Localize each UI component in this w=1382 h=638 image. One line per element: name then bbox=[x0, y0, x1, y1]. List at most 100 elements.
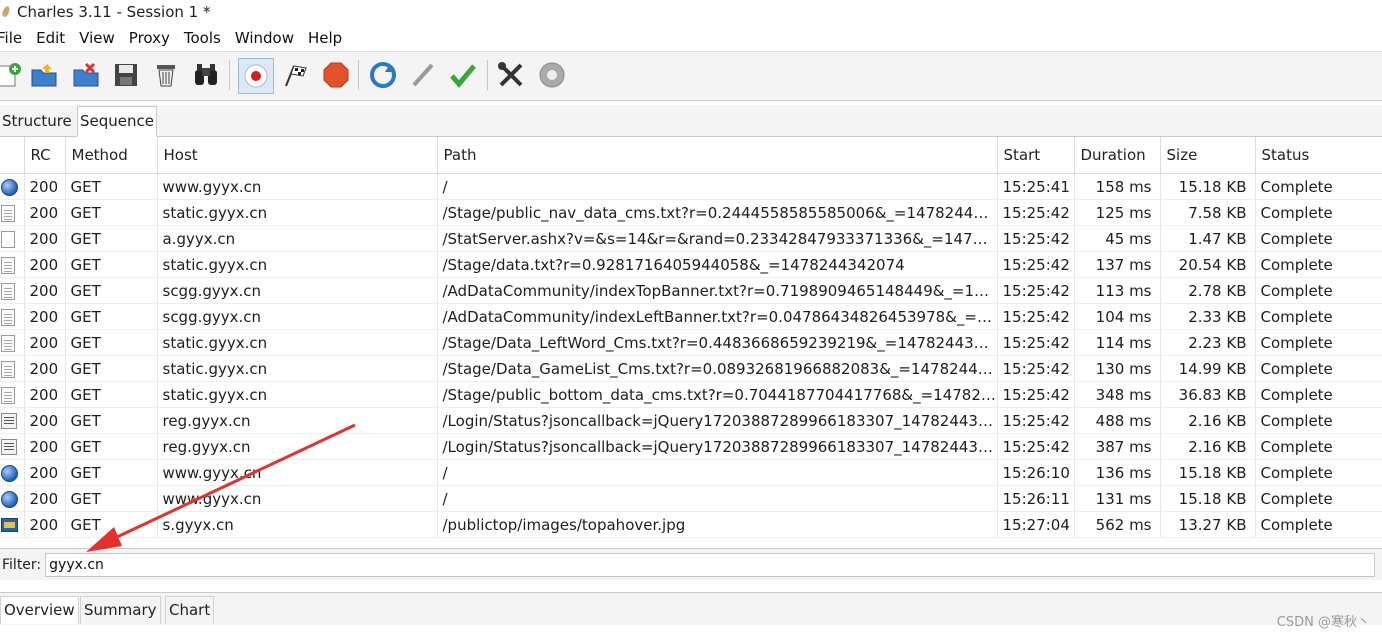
cell-start: 15:25:42 bbox=[997, 407, 1075, 434]
table-row[interactable]: 200 GET www.gyyx.cn/15:26:11 131 ms 15.18 KB… bbox=[0, 485, 1382, 512]
row-icon bbox=[0, 329, 25, 356]
menu-edit[interactable]: Edit bbox=[36, 29, 65, 47]
close-session-icon[interactable] bbox=[70, 59, 102, 91]
cell-rc: 200 bbox=[24, 251, 66, 278]
table-row[interactable]: 200 GET static.gyyx.cn/Stage/data.txt?r=0.… bbox=[0, 251, 1382, 278]
menu-proxy[interactable]: Proxy bbox=[129, 29, 170, 47]
cell-status: Complete bbox=[1255, 511, 1382, 538]
table-row[interactable]: 200 GET static.gyyx.cn/Stage/Data_LeftWord… bbox=[0, 329, 1382, 356]
cell-method: GET bbox=[65, 277, 158, 304]
cell-path: /Stage/Data_GameList_Cms.txt?r=0.0893268… bbox=[437, 355, 998, 382]
cell-rc: 200 bbox=[24, 355, 66, 382]
tab-structure[interactable]: Structure bbox=[0, 107, 74, 135]
table-row[interactable]: 200 GET static.gyyx.cn/Stage/Data_GameList… bbox=[0, 355, 1382, 382]
table-row[interactable]: 200 GET static.gyyx.cn/Stage/public_bottom… bbox=[0, 381, 1382, 408]
cell-duration: 130 ms bbox=[1074, 355, 1161, 382]
table-row[interactable]: 200 GET reg.gyyx.cn/Login/Status?jsoncallb… bbox=[0, 407, 1382, 434]
tab-summary[interactable]: Summary bbox=[80, 596, 161, 624]
cell-size: 2.78 KB bbox=[1160, 277, 1256, 304]
cell-host: scgg.gyyx.cn bbox=[157, 303, 438, 330]
new-session-icon[interactable] bbox=[0, 59, 26, 91]
web-icon bbox=[1, 178, 18, 196]
edit-icon[interactable] bbox=[407, 59, 439, 91]
cell-start: 15:25:42 bbox=[997, 251, 1075, 278]
cell-method: GET bbox=[65, 355, 158, 382]
save-icon[interactable] bbox=[110, 59, 142, 91]
charles-app-icon bbox=[1, 5, 13, 19]
table-row[interactable]: 200 GET reg.gyyx.cn/Login/Status?jsoncallb… bbox=[0, 433, 1382, 460]
cell-rc: 200 bbox=[24, 433, 66, 460]
cell-rc: 200 bbox=[24, 303, 66, 330]
cell-method: GET bbox=[65, 199, 158, 226]
image-icon bbox=[1, 518, 18, 532]
table-row[interactable]: 200 GET s.gyyx.cn/publictop/images/topahov… bbox=[0, 511, 1382, 538]
cell-method: GET bbox=[65, 225, 158, 252]
find-icon[interactable] bbox=[190, 59, 222, 91]
cell-path: /Login/Status?jsoncallback=jQuery1720388… bbox=[437, 407, 998, 434]
table-row[interactable]: 200 GET www.gyyx.cn/15:26:10 136 ms 15.18 KB… bbox=[0, 459, 1382, 486]
open-session-icon[interactable] bbox=[28, 59, 60, 91]
cell-method: GET bbox=[65, 511, 158, 538]
cell-host: static.gyyx.cn bbox=[157, 329, 438, 356]
table-row[interactable]: 200 GET scgg.gyyx.cn/AdDataCommunity/index… bbox=[0, 303, 1382, 330]
cell-status: Complete bbox=[1255, 303, 1382, 330]
table-row[interactable]: 200 GET scgg.gyyx.cn/AdDataCommunity/index… bbox=[0, 277, 1382, 304]
cell-path: / bbox=[437, 459, 998, 486]
cell-host: static.gyyx.cn bbox=[157, 355, 438, 382]
cell-method: GET bbox=[65, 173, 158, 200]
cell-method: GET bbox=[65, 459, 158, 486]
throttle-icon[interactable] bbox=[280, 59, 312, 91]
cell-rc: 200 bbox=[24, 407, 66, 434]
document-icon bbox=[1, 386, 15, 404]
menu-file[interactable]: File bbox=[0, 29, 22, 47]
row-icon bbox=[0, 225, 25, 252]
column-path[interactable]: Path bbox=[437, 137, 998, 174]
cell-path: /Login/Status?jsoncallback=jQuery1720388… bbox=[437, 433, 998, 460]
menu-tools[interactable]: Tools bbox=[184, 29, 221, 47]
cell-size: 15.18 KB bbox=[1160, 459, 1256, 486]
column-start[interactable]: Start bbox=[997, 137, 1075, 174]
filter-input[interactable] bbox=[45, 552, 1376, 577]
view-tabs: Structure Sequence bbox=[0, 105, 1382, 137]
table-header: RC Method Host Path Start Duration Size … bbox=[0, 137, 1382, 174]
cell-method: GET bbox=[65, 407, 158, 434]
cell-method: GET bbox=[65, 381, 158, 408]
table-row[interactable]: 200 GET www.gyyx.cn/15:25:41 158 ms 15.18 KB… bbox=[0, 173, 1382, 200]
repeat-icon[interactable] bbox=[367, 59, 399, 91]
column-method[interactable]: Method bbox=[65, 137, 158, 174]
trash-icon[interactable] bbox=[150, 59, 182, 91]
cell-rc: 200 bbox=[24, 511, 66, 538]
record-icon[interactable] bbox=[238, 58, 274, 94]
tab-sequence[interactable]: Sequence bbox=[77, 106, 157, 137]
row-icon bbox=[0, 303, 25, 330]
column-rc[interactable]: RC bbox=[24, 137, 66, 174]
menu-help[interactable]: Help bbox=[308, 29, 342, 47]
row-icon bbox=[0, 355, 25, 382]
table-row[interactable]: 200 GET static.gyyx.cn/Stage/public_nav_da… bbox=[0, 199, 1382, 226]
column-status[interactable]: Status bbox=[1255, 137, 1382, 174]
settings-icon[interactable] bbox=[536, 59, 568, 91]
table-row[interactable]: 200 GET a.gyyx.cn/StatServer.ashx?v=&s=14&… bbox=[0, 225, 1382, 252]
tab-chart[interactable]: Chart bbox=[165, 596, 215, 624]
cell-duration: 125 ms bbox=[1074, 199, 1161, 226]
column-host[interactable]: Host bbox=[157, 137, 438, 174]
tab-overview[interactable]: Overview bbox=[0, 596, 79, 624]
tools-icon[interactable] bbox=[495, 59, 527, 91]
stop-icon[interactable] bbox=[320, 59, 352, 91]
cell-path: /AdDataCommunity/indexLeftBanner.txt?r=0… bbox=[437, 303, 998, 330]
cell-start: 15:25:42 bbox=[997, 355, 1075, 382]
validate-icon[interactable] bbox=[447, 59, 479, 91]
cell-duration: 488 ms bbox=[1074, 407, 1161, 434]
document-icon bbox=[1, 360, 15, 378]
menu-view[interactable]: View bbox=[79, 29, 115, 47]
column-size[interactable]: Size bbox=[1160, 137, 1256, 174]
row-icon bbox=[0, 199, 25, 226]
document-icon bbox=[1, 308, 15, 326]
column-duration[interactable]: Duration bbox=[1074, 137, 1161, 174]
cell-size: 1.47 KB bbox=[1160, 225, 1256, 252]
cell-status: Complete bbox=[1255, 251, 1382, 278]
cell-status: Complete bbox=[1255, 277, 1382, 304]
menu-window[interactable]: Window bbox=[235, 29, 294, 47]
detail-tabs: Overview Summary Chart bbox=[0, 592, 1382, 626]
cell-duration: 136 ms bbox=[1074, 459, 1161, 486]
